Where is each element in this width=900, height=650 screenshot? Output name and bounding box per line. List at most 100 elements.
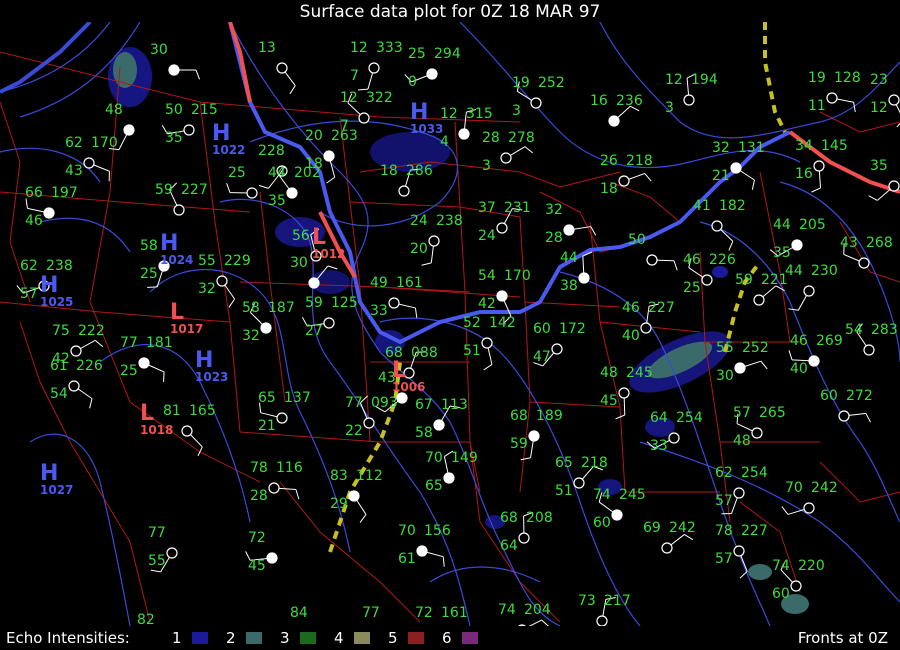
- station-pressure: 278: [508, 130, 535, 146]
- station-dewpoint: 57: [715, 551, 733, 567]
- station-plot: 70 149 65: [425, 450, 478, 494]
- station-pressure: 242: [811, 480, 838, 496]
- station-temperature: 44: [268, 165, 286, 181]
- station-temperature: 16: [590, 93, 608, 109]
- station-temperature: 77: [148, 525, 166, 541]
- cold-front: [0, 22, 92, 94]
- station-temperature: 44: [785, 263, 803, 279]
- station-dewpoint: 40: [790, 361, 808, 377]
- station-temperature: 62: [65, 135, 83, 151]
- wind-barb-flag: [788, 350, 793, 361]
- station-dewpoint: 57: [715, 493, 733, 509]
- station-plot: 13: [258, 40, 296, 95]
- low-pressure-center: L1017: [170, 300, 203, 336]
- station-temperature: 20: [305, 128, 323, 144]
- sky-cover-circle: [416, 545, 428, 557]
- station-pressure: 189: [536, 408, 563, 424]
- sky-cover-circle: [646, 254, 658, 266]
- station-temperature: 35: [870, 158, 888, 174]
- station-dewpoint: 3: [665, 100, 674, 116]
- station-dewpoint: 32: [198, 281, 216, 297]
- sky-cover-circle: [734, 362, 746, 374]
- pressure-center-value: 1025: [40, 295, 73, 309]
- sky-cover-circle: [668, 432, 680, 444]
- station-plot: 70 156 61: [398, 523, 451, 567]
- echo-legend-label: Echo Intensities:: [6, 629, 130, 647]
- high-pressure-center: H1033: [410, 100, 443, 136]
- pressure-center-value: 1018: [140, 423, 173, 437]
- station-temperature: 69: [643, 520, 661, 536]
- surface-map: 30 13 12 333725 2940 19 252312 194316 23619 12811…: [0, 22, 900, 626]
- high-pressure-center: H1023: [195, 348, 228, 384]
- station-pressure: 322: [366, 90, 393, 106]
- sky-cover-circle: [323, 317, 335, 329]
- station-pressure: 220: [798, 558, 825, 574]
- station-dewpoint: 35: [268, 193, 286, 209]
- station-dewpoint: 45: [248, 558, 266, 574]
- station-dewpoint: 65: [425, 478, 443, 494]
- wind-barb-flag: [541, 619, 549, 626]
- wind-barb-flag: [414, 307, 418, 318]
- sky-cover-circle: [808, 355, 820, 367]
- sky-cover-circle: [246, 187, 258, 199]
- station-plot: 73 217: [578, 593, 631, 626]
- station-plot: 55 252 30: [716, 340, 769, 384]
- sky-cover-circle: [458, 128, 470, 140]
- sky-cover-circle: [260, 322, 272, 334]
- station-pressure: 269: [816, 333, 843, 349]
- station-plot: 54 283: [845, 322, 898, 356]
- high-pressure-center: H1027: [40, 461, 73, 497]
- station-dewpoint: 45: [600, 393, 618, 409]
- sky-cover-circle: [611, 509, 623, 521]
- station-plot: 67 113 58: [415, 397, 468, 441]
- sky-cover-circle: [173, 204, 185, 216]
- station-dewpoint: 32: [242, 328, 260, 344]
- wind-barb: [528, 619, 542, 626]
- station-pressure: 254: [741, 465, 768, 481]
- station-dewpoint: 11: [808, 98, 826, 114]
- station-temperature: 68: [500, 510, 518, 526]
- station-temperature: 77: [345, 395, 363, 411]
- station-pressure: 230: [811, 263, 838, 279]
- sky-cover-circle: [286, 187, 298, 199]
- station-temperature: 61: [50, 358, 68, 374]
- station-plot: 18 286: [380, 163, 433, 197]
- station-temperature: 70: [398, 523, 416, 539]
- sky-cover-circle: [813, 160, 825, 172]
- station-plot: 77 55: [148, 525, 178, 573]
- station-dewpoint: 20: [410, 241, 428, 257]
- station-pressure: 187: [268, 300, 295, 316]
- station-dewpoint: 12: [870, 100, 888, 116]
- station-dewpoint: 40: [622, 328, 640, 344]
- station-temperature: 78: [250, 460, 268, 476]
- sky-cover-circle: [791, 239, 803, 251]
- sky-cover-circle: [358, 112, 370, 124]
- station-temperature: 46: [683, 252, 701, 268]
- sky-cover-circle: [640, 322, 652, 334]
- station-dewpoint: 51: [463, 343, 481, 359]
- station-plot: 68 189 59: [510, 408, 563, 461]
- wind-barb-flag: [226, 183, 231, 193]
- wind-barb-flag: [289, 85, 296, 95]
- sky-cover-circle: [711, 220, 723, 232]
- sky-cover-circle: [481, 337, 493, 349]
- wind-barb-flag: [483, 364, 493, 371]
- wind-barb-flag: [228, 298, 236, 308]
- wind-barb-flag: [728, 241, 734, 251]
- station-pressure: 286: [406, 163, 433, 179]
- station-pressure: 294: [434, 46, 461, 62]
- station-pressure: 205: [799, 217, 826, 233]
- station-dewpoint: 25: [140, 266, 158, 282]
- echo-level-5-label: 5: [388, 629, 398, 647]
- dry-line: [328, 361, 402, 553]
- sky-cover-circle: [528, 430, 540, 442]
- sky-cover-circle: [518, 624, 526, 626]
- station-plots: 30 13 12 333725 2940 19 252312 194316 23619 12811…: [16, 40, 900, 626]
- station-temperature: 65: [555, 455, 573, 471]
- station-plot: 59 125 27: [301, 295, 358, 339]
- station-temperature: 64: [650, 410, 668, 426]
- station-pressure: 252: [742, 340, 769, 356]
- station-dewpoint: 61: [398, 551, 416, 567]
- station-temperature: 81: [163, 403, 181, 419]
- wind-barb-flag: [524, 146, 534, 154]
